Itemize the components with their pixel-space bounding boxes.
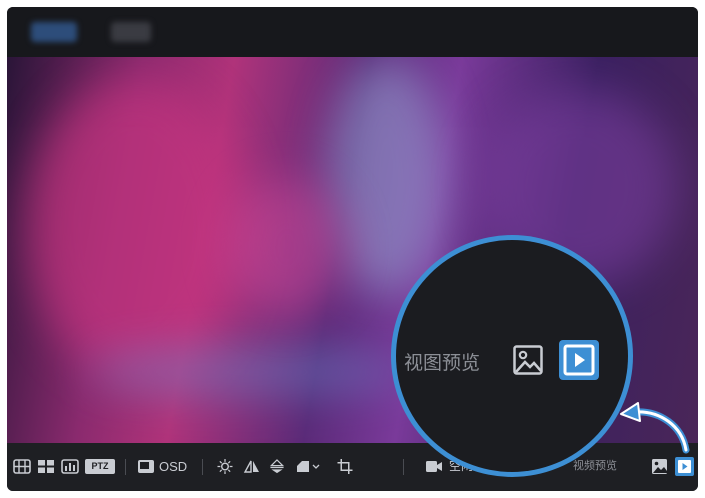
magnifier-image-icon: [513, 345, 543, 375]
divider: [125, 459, 126, 475]
video-preview-play-icon[interactable]: [675, 457, 694, 476]
osd-button[interactable]: OSD: [159, 459, 187, 474]
record-icon[interactable]: [425, 459, 443, 474]
pointer-arrow-icon: [620, 402, 690, 454]
tab-live[interactable]: [31, 22, 77, 42]
magnifier-play-icon: [563, 344, 595, 376]
divider: [202, 459, 203, 475]
view-preview-label: 视频预览: [573, 460, 617, 472]
top-bar: [7, 7, 698, 57]
magnifier-callout: 视图预览: [396, 240, 628, 472]
bottom-toolbar: PTZ OSD 空闲 视频预览: [7, 443, 698, 491]
tab-playback[interactable]: [111, 22, 151, 42]
video-blur: [27, 77, 247, 377]
ptz-button[interactable]: PTZ: [85, 459, 115, 474]
image-preview-icon[interactable]: [651, 458, 668, 475]
rotate-dropdown-icon[interactable]: [295, 459, 321, 474]
stats-icon[interactable]: [61, 459, 79, 474]
snapshot-icon[interactable]: [137, 459, 155, 474]
magnifier-view-preview-label: 视图预览: [404, 353, 481, 374]
video-blur: [87, 347, 407, 397]
mirror-icon[interactable]: [243, 459, 261, 474]
layout-single-icon[interactable]: [13, 459, 31, 474]
brightness-icon[interactable]: [217, 459, 233, 474]
flip-icon[interactable]: [269, 459, 285, 474]
magnifier-play-button: [559, 340, 599, 380]
crop-icon[interactable]: [337, 459, 353, 474]
layout-grid-icon[interactable]: [37, 459, 55, 474]
divider: [403, 459, 404, 475]
video-blur: [227, 177, 347, 317]
